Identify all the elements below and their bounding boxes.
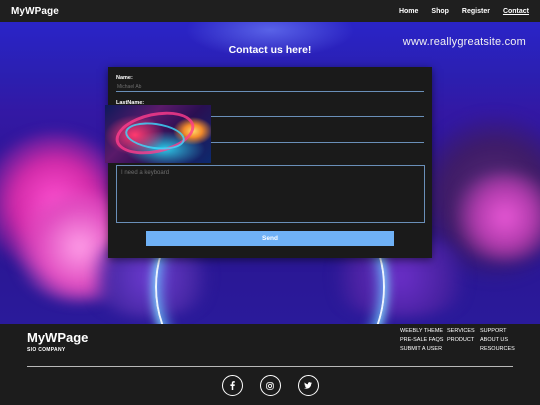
hero-section: www.reallygreatsite.com Contact us here!…	[0, 22, 540, 324]
footer-link-services[interactable]: SERVICES	[447, 328, 480, 334]
top-nav-bar: MyWPage Home Shop Register Contact	[0, 0, 540, 22]
footer-link-resources[interactable]: RESOURCES	[480, 346, 520, 352]
name-input[interactable]	[116, 83, 424, 92]
footer-link-product[interactable]: PRODUCT	[447, 337, 480, 343]
nav-home[interactable]: Home	[399, 8, 418, 15]
footer-link-submit-a-user[interactable]: SUBMIT A USER	[400, 346, 447, 352]
instagram-icon[interactable]	[259, 375, 281, 396]
social-links	[0, 375, 540, 396]
name-label: Name:	[116, 75, 133, 81]
message-textarea[interactable]	[116, 165, 425, 223]
twitter-icon[interactable]	[297, 375, 319, 396]
footer-links: WEEBLY THEME SERVICES SUPPORT PRE-SALE F…	[400, 328, 520, 352]
nav-shop[interactable]: Shop	[431, 8, 449, 15]
footer-link-about-us[interactable]: ABOUT US	[480, 337, 520, 343]
send-button[interactable]: Send	[146, 231, 394, 246]
nav-register[interactable]: Register	[462, 8, 490, 15]
footer-link-weebly-theme[interactable]: WEEBLY THEME	[400, 328, 447, 334]
main-nav: Home Shop Register Contact	[399, 8, 529, 15]
footer-logo[interactable]: MyWPage	[27, 330, 88, 345]
nav-contact[interactable]: Contact	[503, 8, 529, 15]
footer-link-empty	[447, 346, 480, 352]
footer-link-pre-sale-faqs[interactable]: PRE-SALE FAQS	[400, 337, 447, 343]
footer-link-support[interactable]: SUPPORT	[480, 328, 520, 334]
site-footer: MyWPage SIO COMPANY WEEBLY THEME SERVICE…	[0, 324, 540, 405]
footer-divider	[27, 366, 513, 367]
page-title: Contact us here!	[228, 44, 312, 56]
facebook-icon[interactable]	[221, 375, 243, 396]
site-logo[interactable]: MyWPage	[11, 6, 59, 17]
footer-company-name: SIO COMPANY	[27, 347, 66, 353]
floating-artwork-image	[105, 105, 211, 163]
